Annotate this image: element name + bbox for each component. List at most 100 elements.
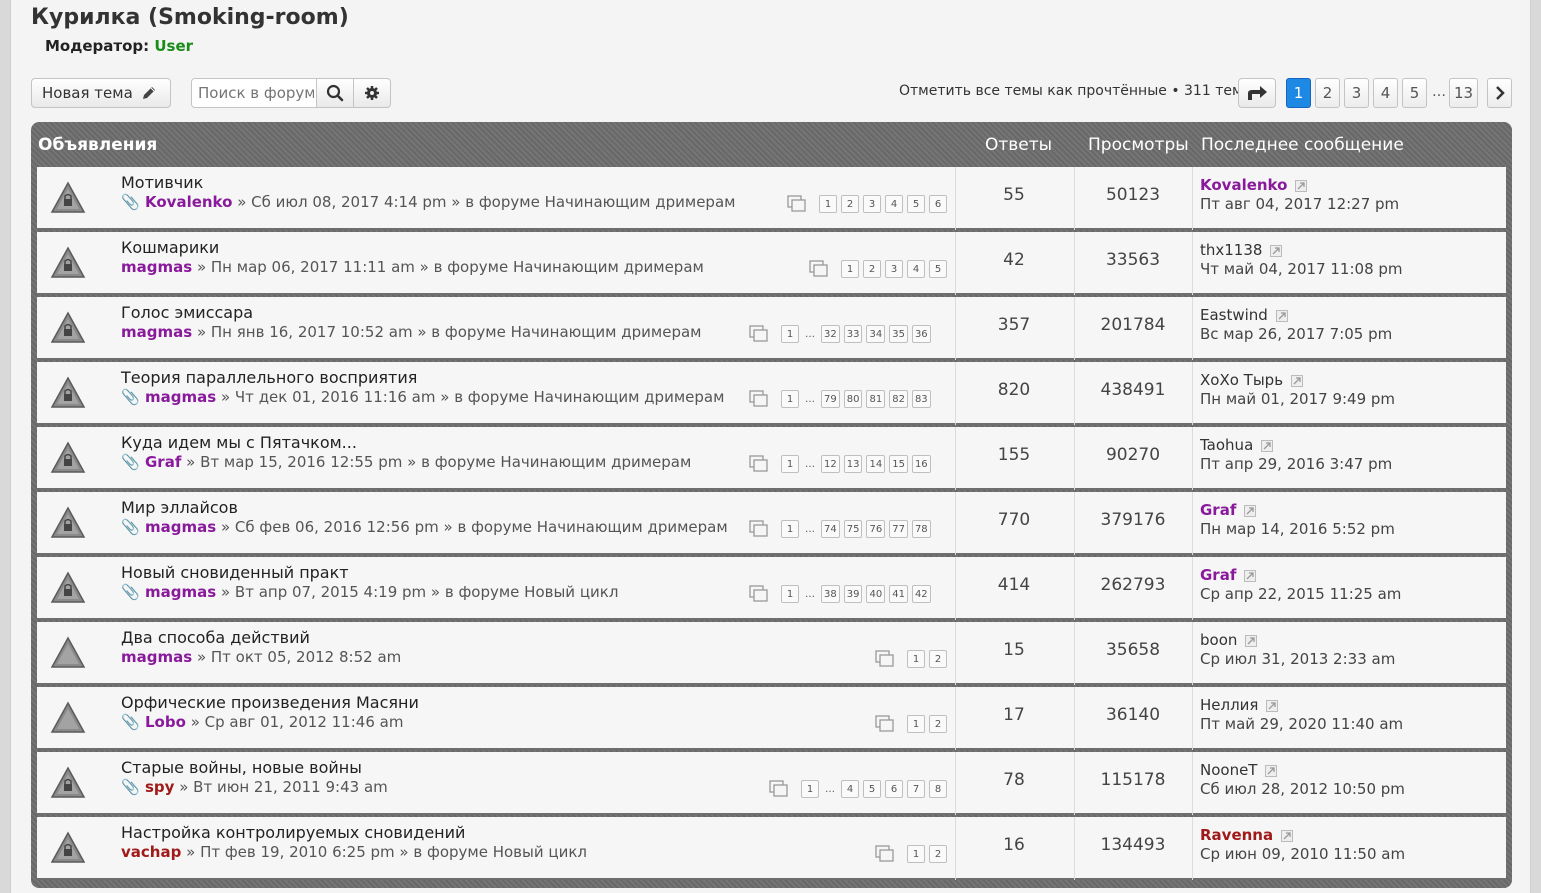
topic-title-link[interactable]: Старые войны, новые войны	[121, 758, 362, 777]
topic-page-link[interactable]: 5	[863, 780, 881, 798]
topic-page-link[interactable]: 40	[866, 585, 886, 603]
goto-last-post-icon[interactable]	[1244, 504, 1257, 517]
last-post-author-link[interactable]: NooneT	[1200, 761, 1257, 779]
goto-last-post-icon[interactable]	[1281, 829, 1294, 842]
topic-title-link[interactable]: Кошмарики	[121, 238, 219, 257]
topic-author-link[interactable]: Kovalenko	[145, 193, 232, 211]
topic-page-link[interactable]: 6	[885, 780, 903, 798]
topic-page-link[interactable]: 4	[907, 260, 925, 278]
topic-title-link[interactable]: Теория параллельного восприятия	[121, 368, 417, 387]
page-last-link[interactable]: 13	[1449, 78, 1479, 108]
topic-page-link[interactable]: 39	[843, 585, 863, 603]
goto-last-post-icon[interactable]	[1261, 439, 1274, 452]
topic-page-link[interactable]: 5	[929, 260, 947, 278]
topic-page-link[interactable]: 35	[889, 325, 908, 343]
last-post-author-link[interactable]: Ravenna	[1200, 826, 1273, 844]
last-post-author-link[interactable]: XoXo Тырь	[1200, 371, 1283, 389]
topic-author-link[interactable]: magmas	[121, 323, 192, 341]
topic-page-link[interactable]: 14	[866, 455, 886, 473]
last-post-author-link[interactable]: Неллия	[1200, 696, 1258, 714]
topic-title-link[interactable]: Новый сновиденный практ	[121, 563, 349, 582]
topic-page-link[interactable]: 78	[911, 520, 931, 538]
topic-page-link[interactable]: 75	[843, 520, 863, 538]
topic-title-link[interactable]: Куда идем мы с Пятачком...	[121, 433, 357, 452]
topic-title-link[interactable]: Два способа действий	[121, 628, 310, 647]
topic-author-link[interactable]: magmas	[145, 518, 216, 536]
topic-page-link[interactable]: 15	[889, 455, 908, 473]
topic-page-link[interactable]: 2	[929, 650, 947, 668]
page-5-link[interactable]: 5	[1402, 78, 1427, 108]
topic-page-link[interactable]: 38	[821, 585, 840, 603]
last-post-author-link[interactable]: boon	[1200, 631, 1237, 649]
page-4-link[interactable]: 4	[1373, 78, 1398, 108]
forum-title[interactable]: Курилка (Smoking-room)	[31, 5, 349, 30]
topic-page-link[interactable]: 12	[821, 455, 840, 473]
topic-page-link[interactable]: 1	[841, 260, 859, 278]
topic-page-link[interactable]: 33	[843, 325, 863, 343]
page-1-link[interactable]: 1	[1286, 78, 1311, 108]
topic-page-link[interactable]: 74	[821, 520, 840, 538]
topic-page-link[interactable]: 80	[843, 390, 863, 408]
topic-title-link[interactable]: Мир эллайсов	[121, 498, 238, 517]
topic-author-link[interactable]: magmas	[121, 648, 192, 666]
topic-page-link[interactable]: 1	[781, 520, 799, 538]
topic-page-link[interactable]: 4	[885, 195, 903, 213]
topic-page-link[interactable]: 42	[911, 585, 931, 603]
topic-page-link[interactable]: 83	[911, 390, 931, 408]
topic-author-link[interactable]: Lobo	[145, 713, 186, 731]
topic-page-link[interactable]: 1	[781, 455, 799, 473]
mark-read-link[interactable]: Отметить все темы как прочтённые • 311 т…	[899, 83, 1243, 99]
last-post-author-link[interactable]: Taohua	[1200, 436, 1253, 454]
topic-author-link[interactable]: magmas	[145, 583, 216, 601]
last-post-author-link[interactable]: Eastwind	[1200, 306, 1268, 324]
topic-page-link[interactable]: 13	[843, 455, 863, 473]
last-post-author-link[interactable]: Graf	[1200, 501, 1236, 519]
topic-page-link[interactable]: 2	[841, 195, 859, 213]
topic-page-link[interactable]: 7	[907, 780, 925, 798]
topic-page-link[interactable]: 32	[821, 325, 840, 343]
topic-author-link[interactable]: magmas	[145, 388, 216, 406]
moderator-user-link[interactable]: User	[154, 37, 193, 55]
goto-last-post-icon[interactable]	[1291, 374, 1304, 387]
topic-page-link[interactable]: 81	[866, 390, 886, 408]
goto-last-post-icon[interactable]	[1245, 634, 1258, 647]
topic-page-link[interactable]: 1	[907, 650, 925, 668]
topic-page-link[interactable]: 4	[841, 780, 859, 798]
last-post-author-link[interactable]: thx1138	[1200, 241, 1262, 259]
new-topic-button[interactable]: Новая тема	[31, 78, 171, 108]
topic-page-link[interactable]: 1	[781, 325, 799, 343]
topic-page-link[interactable]: 3	[863, 195, 881, 213]
topic-page-link[interactable]: 1	[907, 845, 925, 863]
topic-page-link[interactable]: 34	[866, 325, 886, 343]
search-button[interactable]	[317, 79, 354, 107]
topic-title-link[interactable]: Настройка контролируемых сновидений	[121, 823, 465, 842]
topic-page-link[interactable]: 76	[866, 520, 886, 538]
goto-last-post-icon[interactable]	[1265, 764, 1278, 777]
topic-author-link[interactable]: magmas	[121, 258, 192, 276]
goto-last-post-icon[interactable]	[1295, 179, 1308, 192]
topic-page-link[interactable]: 16	[911, 455, 931, 473]
topic-page-link[interactable]: 3	[885, 260, 903, 278]
topic-page-link[interactable]: 79	[821, 390, 840, 408]
topic-author-link[interactable]: Graf	[145, 453, 181, 471]
topic-author-link[interactable]: vachap	[121, 843, 181, 861]
topic-page-link[interactable]: 8	[929, 780, 947, 798]
last-post-author-link[interactable]: Graf	[1200, 566, 1236, 584]
topic-page-link[interactable]: 5	[907, 195, 925, 213]
goto-last-post-icon[interactable]	[1244, 569, 1257, 582]
last-post-author-link[interactable]: Kovalenko	[1200, 176, 1287, 194]
page-3-link[interactable]: 3	[1344, 78, 1369, 108]
advanced-search-button[interactable]	[354, 79, 391, 107]
topic-title-link[interactable]: Голос эмиссара	[121, 303, 253, 322]
topic-page-link[interactable]: 1	[801, 780, 819, 798]
topic-page-link[interactable]: 77	[889, 520, 908, 538]
topic-page-link[interactable]: 41	[889, 585, 908, 603]
jump-to-page-button[interactable]	[1238, 78, 1276, 108]
topic-page-link[interactable]: 1	[819, 195, 837, 213]
topic-page-link[interactable]: 1	[781, 390, 799, 408]
goto-last-post-icon[interactable]	[1275, 309, 1288, 322]
topic-page-link[interactable]: 82	[889, 390, 908, 408]
topic-author-link[interactable]: spy	[145, 778, 174, 796]
goto-last-post-icon[interactable]	[1270, 244, 1283, 257]
next-page-button[interactable]	[1487, 78, 1512, 108]
